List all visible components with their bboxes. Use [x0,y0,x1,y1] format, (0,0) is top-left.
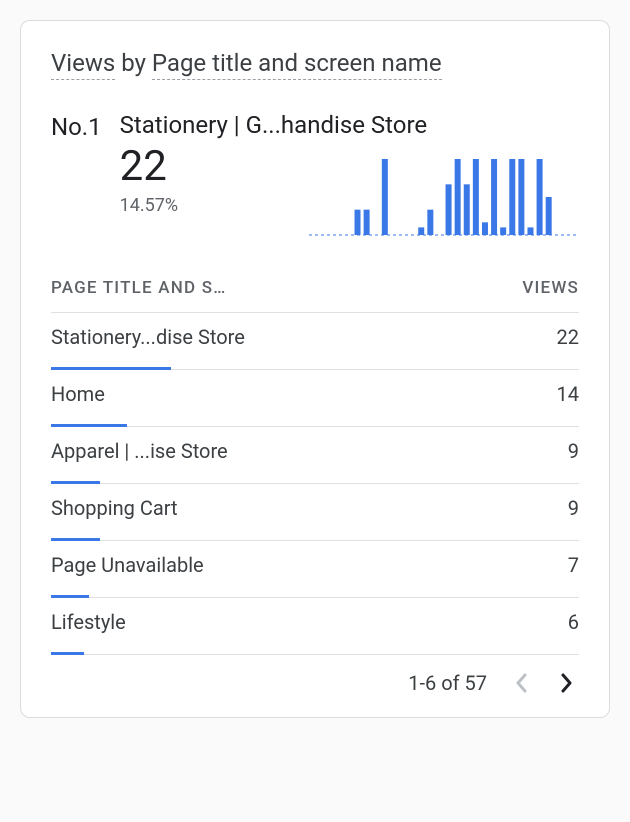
row-value: 14 [557,382,579,406]
row-value: 6 [568,610,579,634]
rank-label: No.1 [51,111,102,216]
table-row[interactable]: Apparel | ...ise Store 9 [51,427,579,484]
column-metric: VIEWS [522,278,579,298]
row-value: 22 [557,325,579,349]
card-title: Views by Page title and screen name [51,49,579,77]
row-title: Page Unavailable [51,553,204,577]
row-value: 9 [568,439,579,463]
row-title: Apparel | ...ise Store [51,439,228,463]
column-dimension: PAGE TITLE AND S… [51,278,226,298]
row-title: Stationery...dise Store [51,325,245,349]
row-title: Lifestyle [51,610,126,634]
table-row[interactable]: Stationery...dise Store 22 [51,313,579,370]
row-title: Home [51,382,105,406]
table-row[interactable]: Lifestyle 6 [51,598,579,655]
chevron-right-icon [560,673,574,693]
chevron-left-icon [514,673,528,693]
analytics-card: Views by Page title and screen name No.1… [20,20,610,718]
row-value: 9 [568,496,579,520]
pager-next-button[interactable] [555,671,579,695]
dimension-name[interactable]: Page title and screen name [152,49,442,80]
metric-name[interactable]: Views [51,49,115,80]
table-row[interactable]: Home 14 [51,370,579,427]
table-row[interactable]: Page Unavailable 7 [51,541,579,598]
row-value: 7 [568,553,579,577]
pager-range: 1-6 of 57 [408,671,487,695]
top-item-name: Stationery | G...handise Store [120,111,427,139]
table-body: Stationery...dise Store 22 Home 14 Apparel |… [51,313,579,655]
row-bar [51,652,84,655]
table-row[interactable]: Shopping Cart 9 [51,484,579,541]
pager: 1-6 of 57 [51,655,579,695]
pager-prev-button[interactable] [509,671,533,695]
table-header: PAGE TITLE AND S… VIEWS [51,266,579,313]
row-title: Shopping Cart [51,496,178,520]
